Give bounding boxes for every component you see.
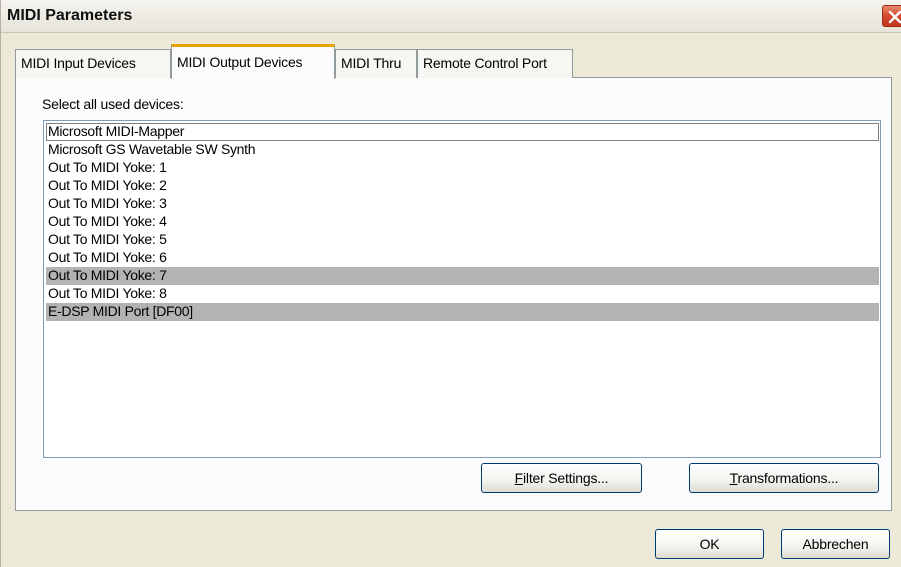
title-bar[interactable]: MIDI Parameters (1, 0, 901, 33)
filter-settings-button[interactable]: Filter Settings... (481, 463, 642, 493)
tab-remote-control-port[interactable]: Remote Control Port (417, 49, 573, 78)
filter-settings-mnemonic: F (514, 470, 524, 486)
list-item[interactable]: Out To MIDI Yoke: 7 (46, 267, 879, 285)
list-item[interactable]: Out To MIDI Yoke: 6 (46, 249, 879, 267)
list-item[interactable]: E-DSP MIDI Port [DF00] (46, 303, 879, 321)
cancel-button[interactable]: Abbrechen (781, 529, 890, 559)
midi-parameters-dialog: MIDI Parameters MIDI Input Devices MIDI … (0, 0, 901, 567)
tab-label: MIDI Output Devices (177, 54, 303, 70)
output-device-list[interactable]: Microsoft MIDI-Mapper Microsoft GS Wavet… (43, 120, 881, 458)
list-item[interactable]: Out To MIDI Yoke: 8 (46, 285, 879, 303)
list-item[interactable]: Out To MIDI Yoke: 3 (46, 195, 879, 213)
device-list-label: Select all used devices: (42, 96, 184, 112)
cancel-label: Abbrechen (802, 536, 869, 552)
tab-midi-input-devices[interactable]: MIDI Input Devices (15, 49, 171, 78)
transformations-button[interactable]: Transformations... (689, 463, 879, 493)
ok-label: OK (699, 536, 720, 552)
list-item[interactable]: Microsoft GS Wavetable SW Synth (46, 141, 879, 159)
list-item[interactable]: Out To MIDI Yoke: 5 (46, 231, 879, 249)
transformations-label: ransformations... (737, 470, 839, 486)
window-title: MIDI Parameters (7, 7, 133, 24)
filter-settings-label: ilter Settings... (523, 470, 609, 486)
tab-midi-output-devices[interactable]: MIDI Output Devices (171, 44, 335, 79)
list-item[interactable]: Out To MIDI Yoke: 2 (46, 177, 879, 195)
tab-label: MIDI Input Devices (21, 55, 136, 71)
close-icon (888, 10, 901, 24)
list-item[interactable]: Microsoft MIDI-Mapper (46, 123, 879, 141)
tab-midi-thru[interactable]: MIDI Thru (335, 49, 417, 78)
tab-label: Remote Control Port (423, 55, 547, 71)
list-item[interactable]: Out To MIDI Yoke: 4 (46, 213, 879, 231)
tab-label: MIDI Thru (341, 55, 402, 71)
list-item[interactable]: Out To MIDI Yoke: 1 (46, 159, 879, 177)
ok-button[interactable]: OK (655, 529, 764, 559)
close-button[interactable] (882, 5, 901, 27)
